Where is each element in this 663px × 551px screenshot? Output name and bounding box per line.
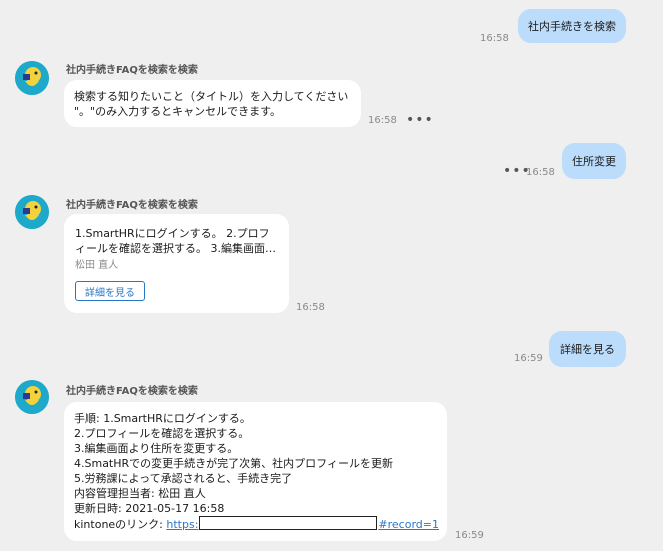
bot-message-bubble: 検索する知りたいこと（タイトル）を入力してください "。"のみ入力するとキャンセ… [64, 80, 361, 127]
user-message-bubble: 詳細を見る [549, 331, 626, 367]
bot-avatar-icon [15, 61, 49, 95]
detail-line: 5.労務課によって承認されると、手続き完了 [74, 472, 293, 485]
timestamp: 16:58 [296, 302, 325, 313]
bot-sender-name: 社内手続きFAQを検索を検索 [66, 386, 198, 397]
more-options-icon[interactable]: ••• [406, 113, 434, 127]
timestamp: 16:58 [526, 167, 555, 178]
timestamp: 16:58 [368, 115, 397, 126]
detail-line: 内容管理担当者: 松田 直人 [74, 487, 206, 500]
kintone-link-line: kintoneのリンク: https: #record=1 [74, 516, 439, 532]
timestamp: 16:59 [455, 530, 484, 541]
view-details-button[interactable]: 詳細を見る [75, 281, 145, 301]
timestamp: 16:58 [480, 33, 509, 44]
message-line: "。"のみ入力するとキャンセルできます。 [74, 105, 282, 118]
faq-detail-bubble: 手順: 1.SmartHRにログインする。 2.プロフィールを確認を選択する。 … [64, 402, 447, 541]
detail-line: 手順: 1.SmartHRにログインする。 [74, 412, 251, 425]
detail-line: 2.プロフィールを確認を選択する。 [74, 427, 250, 440]
user-message-text: 住所変更 [572, 155, 616, 168]
detail-line: 4.SmatHRでの変更手続きが完了次第、社内プロフィールを更新 [74, 457, 393, 470]
timestamp: 16:59 [514, 353, 543, 364]
user-message-bubble: 住所変更 [562, 143, 626, 179]
faq-author: 松田 直人 [75, 260, 119, 271]
faq-summary-line: ィールを確認を選択する。 3.編集画面… [75, 242, 276, 255]
bot-sender-name: 社内手続きFAQを検索を検索 [66, 200, 198, 211]
message-line: 検索する知りたいこと（タイトル）を入力してください [74, 90, 349, 103]
link-prefix: kintoneのリンク: [74, 518, 167, 531]
user-message-bubble: 社内手続きを検索 [518, 9, 626, 43]
link-start: https: [166, 518, 199, 531]
bot-avatar-icon [15, 195, 49, 229]
faq-summary-line: 1.SmartHRにログインする。 2.プロフ [75, 227, 270, 240]
bot-avatar-icon [15, 380, 49, 414]
kintone-record-link[interactable]: https: #record=1 [166, 516, 439, 531]
bot-sender-name: 社内手続きFAQを検索を検索 [66, 65, 198, 76]
redacted-url-box [199, 516, 378, 530]
detail-line: 3.編集画面より住所を変更する。 [74, 442, 239, 455]
view-details-label: 詳細を見る [85, 287, 135, 299]
detail-line: 更新日時: 2021-05-17 16:58 [74, 502, 225, 515]
user-message-text: 社内手続きを検索 [528, 20, 616, 33]
link-end: #record=1 [378, 518, 439, 531]
user-message-text: 詳細を見る [560, 343, 615, 356]
